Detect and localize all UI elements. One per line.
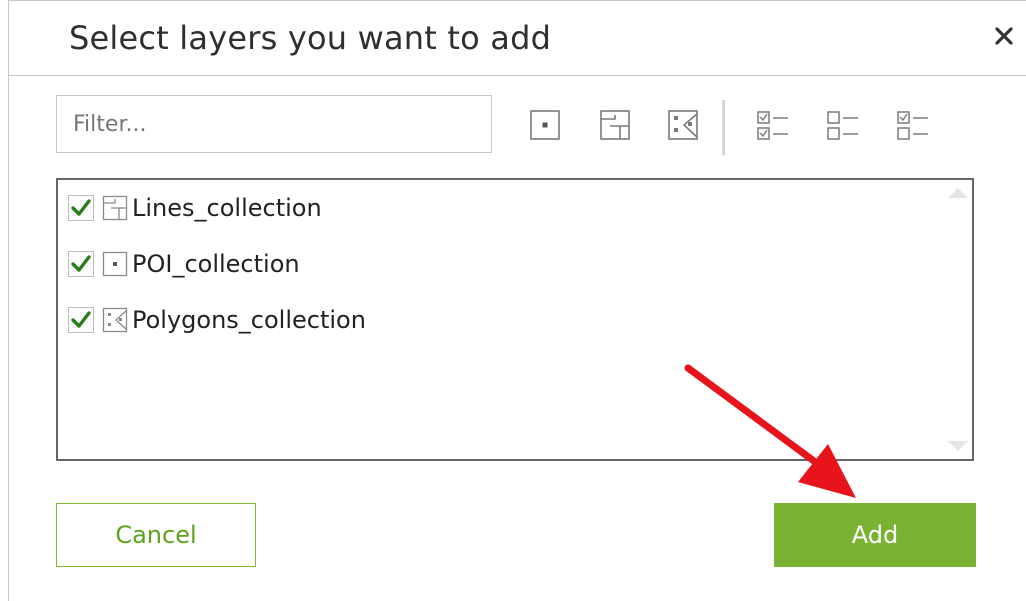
invert-selection-icon[interactable]	[894, 106, 932, 144]
dialog-header: Select layers you want to add	[9, 1, 1026, 76]
select-none-icon[interactable]	[824, 106, 862, 144]
list-item[interactable]: Polygons_collection	[68, 300, 366, 340]
cancel-button[interactable]: Cancel	[56, 503, 256, 567]
dialog-title: Select layers you want to add	[69, 19, 552, 57]
polygon-layer-icon	[102, 307, 128, 333]
list-item[interactable]: POI_collection	[68, 244, 300, 284]
toolbar-separator	[722, 100, 725, 155]
layer-name: Polygons_collection	[132, 306, 366, 334]
check-icon	[71, 255, 91, 272]
scroll-up-arrow-icon[interactable]	[948, 188, 968, 198]
layer-name: POI_collection	[132, 250, 300, 278]
layer-checkbox[interactable]	[68, 195, 94, 221]
layer-checkbox[interactable]	[68, 251, 94, 277]
list-item[interactable]: Lines_collection	[68, 188, 322, 228]
layer-checkbox[interactable]	[68, 307, 94, 333]
close-icon[interactable]	[989, 21, 1019, 51]
filter-input[interactable]	[56, 95, 492, 153]
add-button[interactable]: Add	[774, 503, 976, 567]
check-icon	[71, 311, 91, 328]
line-layer-icon	[102, 195, 128, 221]
scroll-down-arrow-icon[interactable]	[948, 441, 968, 451]
check-icon	[71, 199, 91, 216]
select-all-icon[interactable]	[754, 106, 792, 144]
layer-list[interactable]: Lines_collection POI_collection Polygons…	[56, 178, 974, 461]
layer-name: Lines_collection	[132, 194, 322, 222]
line-layer-filter-icon[interactable]	[596, 106, 634, 144]
point-layer-filter-icon[interactable]	[526, 106, 564, 144]
point-layer-icon	[102, 251, 128, 277]
polygon-layer-filter-icon[interactable]	[664, 106, 702, 144]
